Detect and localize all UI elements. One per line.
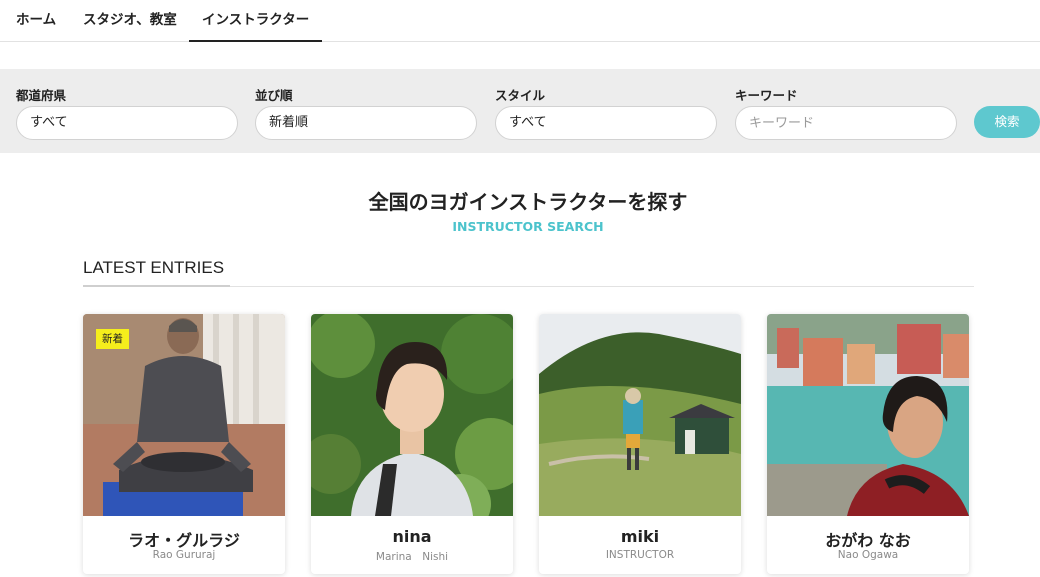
instructor-romaji: Marina Nishi bbox=[375, 551, 449, 563]
instructor-card[interactable]: おがわ なお Nao Ogawa bbox=[767, 314, 969, 574]
prefecture-label: 都道府県 bbox=[16, 88, 67, 103]
instructor-romaji: Nao Ogawa bbox=[837, 549, 899, 561]
instructor-photo bbox=[311, 314, 513, 516]
instructor-name: miki bbox=[620, 527, 660, 546]
section-divider bbox=[230, 286, 974, 287]
sort-label: 並び順 bbox=[255, 88, 293, 103]
tab-instructor[interactable]: インストラクター bbox=[189, 0, 322, 42]
page-title: 全国のヨガインストラクターを探す bbox=[368, 190, 688, 214]
prefecture-select[interactable]: すべて bbox=[16, 106, 238, 140]
tab-studio[interactable]: スタジオ、教室 bbox=[83, 0, 177, 41]
instructor-name: ラオ・グルラジ bbox=[128, 531, 240, 550]
instructor-name: おがわ なお bbox=[825, 531, 911, 550]
top-navigation: ホーム スタジオ、教室 インストラクター bbox=[0, 0, 1040, 42]
style-select[interactable]: すべて bbox=[495, 106, 717, 140]
sort-select[interactable]: 新着順 bbox=[255, 106, 477, 140]
instructor-name: nina bbox=[392, 527, 432, 546]
instructor-romaji: INSTRUCTOR bbox=[605, 549, 675, 561]
section-title-underline bbox=[83, 285, 230, 287]
section-title: LATEST ENTRIES bbox=[83, 258, 225, 277]
instructor-romaji: Rao Gururaj bbox=[152, 549, 216, 561]
page-subtitle: INSTRUCTOR SEARCH bbox=[452, 219, 604, 234]
search-button[interactable]: 検索 bbox=[974, 106, 1040, 138]
keyword-label: キーワード bbox=[735, 88, 798, 103]
instructor-card[interactable]: 新着 ラオ・グルラジ Rao Gururaj bbox=[83, 314, 285, 574]
instructor-card[interactable]: nina Marina Nishi bbox=[311, 314, 513, 574]
instructor-photo bbox=[767, 314, 969, 516]
instructor-card[interactable]: miki INSTRUCTOR bbox=[539, 314, 741, 574]
instructor-photo: 新着 bbox=[83, 314, 285, 516]
tab-home[interactable]: ホーム bbox=[16, 0, 56, 41]
instructor-photo bbox=[539, 314, 741, 516]
keyword-input[interactable] bbox=[735, 106, 957, 140]
style-label: スタイル bbox=[495, 88, 546, 103]
new-badge: 新着 bbox=[96, 329, 129, 349]
filter-bar: 都道府県 すべて 並び順 新着順 スタイル すべて キーワード 検索 bbox=[0, 69, 1040, 153]
